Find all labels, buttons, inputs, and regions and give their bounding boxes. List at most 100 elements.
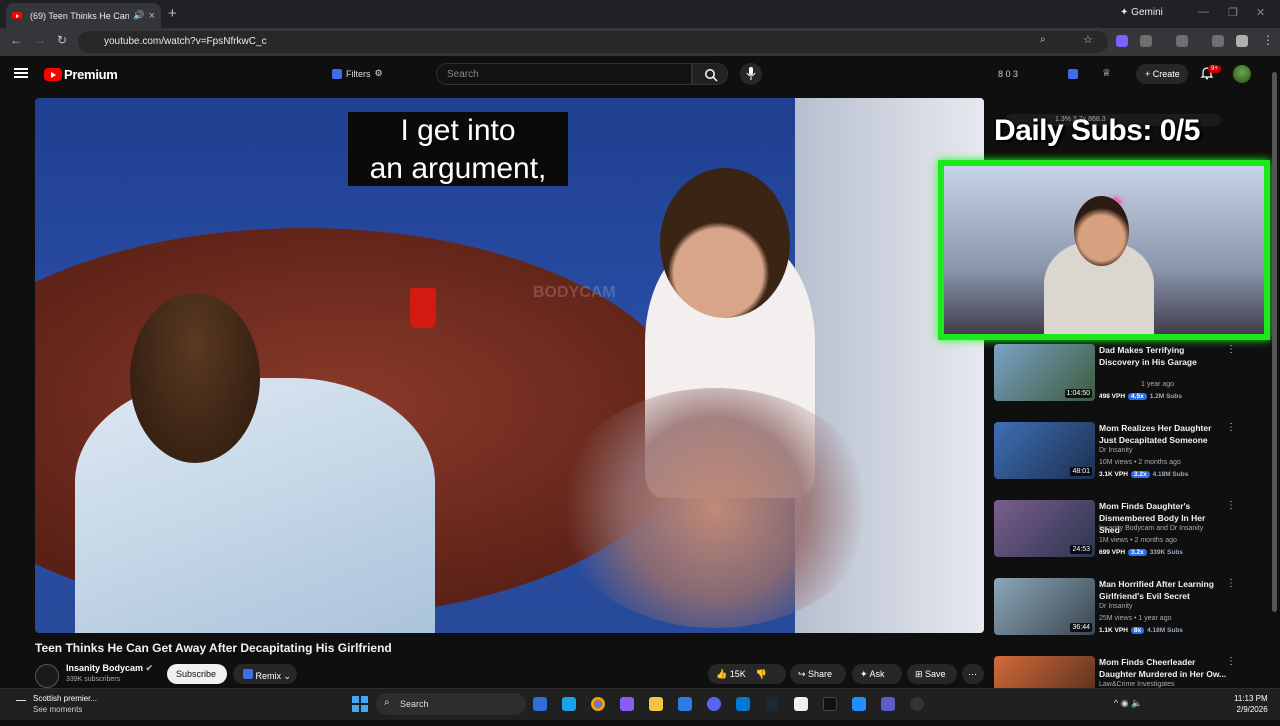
- voice-search-button[interactable]: [740, 63, 762, 85]
- store-icon[interactable]: [794, 697, 808, 711]
- new-tab-button[interactable]: +: [168, 5, 177, 22]
- epic-icon[interactable]: [823, 697, 837, 711]
- remix-button[interactable]: Remix ⌄: [233, 664, 297, 684]
- more-options-icon[interactable]: ⋮: [1226, 578, 1236, 589]
- recommendation-channel[interactable]: Dr Insanity: [1099, 603, 1132, 610]
- file-explorer-icon[interactable]: [649, 697, 663, 711]
- vph-stats: 3.1K VPH 3.2x 4.18M Subs: [1099, 471, 1188, 478]
- youtube-favicon-icon: [12, 12, 22, 19]
- recommendation-item[interactable]: 48:01 Mom Realizes Her Daughter Just Deca…: [994, 422, 1274, 492]
- recommendation-title[interactable]: Dad Makes Terrifying Discovery in His Ga…: [1099, 344, 1227, 368]
- browser-tab[interactable]: (69) Teen Thinks He Can Get Away 🔊 ×: [6, 3, 161, 28]
- recommendation-thumbnail[interactable]: 36:44: [994, 578, 1095, 635]
- tab-close-icon[interactable]: ×: [149, 10, 155, 22]
- teams-icon[interactable]: [881, 697, 895, 711]
- discord-icon[interactable]: [707, 697, 721, 711]
- caption-line-1: I get into: [400, 114, 516, 147]
- forward-icon[interactable]: →: [34, 33, 46, 47]
- hamburger-menu-icon[interactable]: [14, 68, 28, 78]
- maximize-icon[interactable]: ❐: [1228, 6, 1238, 19]
- search-button[interactable]: [692, 63, 728, 85]
- chevron-down-icon: ⌄: [283, 671, 292, 681]
- edge-icon[interactable]: [852, 697, 866, 711]
- search-input[interactable]: Search: [436, 63, 692, 85]
- recommendation-channel[interactable]: Insanity Bodycam and Dr Insanity: [1099, 525, 1203, 532]
- webcam-person-face: [1074, 196, 1129, 266]
- url-bar[interactable]: youtube.com/watch?v=FpsNfrkwC_c: [78, 31, 1108, 53]
- create-button[interactable]: + Create: [1136, 64, 1188, 84]
- youtube-logo-icon[interactable]: [44, 68, 62, 81]
- more-options-icon[interactable]: ⋮: [1226, 500, 1236, 511]
- trophy-icon[interactable]: ♕: [1102, 68, 1111, 79]
- photos-icon[interactable]: [736, 697, 750, 711]
- chrome-icon[interactable]: [591, 697, 605, 711]
- more-options-icon[interactable]: ⋮: [1226, 656, 1236, 667]
- recommendation-item[interactable]: 36:44 Man Horrified After Learning Girlfr…: [994, 578, 1274, 648]
- taskbar-search-label: Search: [400, 699, 429, 709]
- speaker-icon[interactable]: 🔊: [133, 10, 144, 21]
- page-scrollbar[interactable]: [1272, 72, 1277, 612]
- taskview-icon[interactable]: [533, 697, 547, 711]
- recommendation-thumbnail[interactable]: 1:04:50: [994, 344, 1095, 401]
- steam-icon[interactable]: [765, 697, 779, 711]
- share-button[interactable]: ↪ Share: [790, 664, 846, 684]
- close-window-icon[interactable]: ✕: [1256, 6, 1265, 19]
- news-widget[interactable]: Scottish premier... See moments: [33, 693, 97, 715]
- more-actions-button[interactable]: ⋯: [962, 664, 984, 684]
- channel-subscribers: 339K subscribers: [66, 676, 121, 683]
- multiplier-badge: 3.2x: [1130, 471, 1150, 478]
- ext-q-icon[interactable]: [1068, 69, 1078, 79]
- more-options-icon[interactable]: ⋮: [1226, 344, 1236, 355]
- recommendation-thumbnail[interactable]: 48:01: [994, 422, 1095, 479]
- subscribe-button[interactable]: Subscribe: [167, 664, 227, 684]
- recommendation-channel[interactable]: Law&Crime Investigates: [1099, 681, 1174, 688]
- system-clock[interactable]: 11:13 PM 2/9/2026: [1234, 693, 1268, 715]
- channel-name[interactable]: Insanity Bodycam ✔: [66, 663, 153, 674]
- back-icon[interactable]: ←: [10, 33, 22, 47]
- app-icon[interactable]: [620, 697, 634, 711]
- media-icon[interactable]: [1212, 35, 1224, 47]
- channel-avatar[interactable]: [35, 664, 59, 688]
- duration-badge: 48:01: [1070, 467, 1092, 476]
- filters-button[interactable]: Filters ⚙: [332, 68, 383, 79]
- system-tray[interactable]: ^ ◉ 🔈: [1114, 698, 1142, 709]
- verified-icon: ✔: [145, 663, 154, 673]
- extension-icon[interactable]: [1116, 35, 1128, 47]
- video-player[interactable]: BODYCAM I get into an argument,: [35, 98, 984, 633]
- ask-label: Ask: [869, 669, 885, 679]
- taskbar-search-icon: ⌕: [384, 697, 390, 708]
- recommendation-channel[interactable]: Dr Insanity: [1099, 447, 1132, 454]
- recommendation-title[interactable]: Man Horrified After Learning Girlfriend'…: [1099, 578, 1227, 602]
- recommendation-thumbnail[interactable]: 24:53: [994, 500, 1095, 557]
- reload-icon[interactable]: ↻: [57, 33, 67, 47]
- like-button[interactable]: 👍 15K: [716, 669, 746, 679]
- news-widget-icon[interactable]: [16, 700, 26, 701]
- multiplier-badge: 8x: [1130, 627, 1145, 634]
- more-options-icon[interactable]: ⋮: [1226, 422, 1236, 433]
- thumbs-down-icon[interactable]: 👎: [756, 669, 767, 679]
- save-button[interactable]: ⊞ Save: [907, 664, 957, 684]
- obs-icon[interactable]: [910, 697, 924, 711]
- bookmark-star-icon[interactable]: ☆: [1083, 33, 1095, 46]
- taskbar-search[interactable]: ⌕ Search: [376, 693, 526, 715]
- minimize-icon[interactable]: —: [1198, 6, 1209, 18]
- profile-icon[interactable]: [1236, 35, 1248, 47]
- copilot-icon[interactable]: [562, 697, 576, 711]
- recommendation-title[interactable]: Mom Finds Cheerleader Daughter Murdered …: [1099, 656, 1227, 680]
- premium-brand[interactable]: Premium: [64, 67, 118, 82]
- windows-start-icon[interactable]: [352, 696, 368, 712]
- calculator-icon[interactable]: [678, 697, 692, 711]
- gemini-button[interactable]: ✦ Gemini: [1120, 7, 1163, 18]
- extensions-puzzle-icon[interactable]: [1140, 35, 1152, 47]
- ask-button[interactable]: ✦ Ask: [852, 664, 902, 684]
- recommendation-item[interactable]: 1:04:50 Dad Makes Terrifying Discovery in…: [994, 344, 1274, 414]
- news-subline: See moments: [33, 705, 83, 714]
- recommendation-item[interactable]: 24:53 Mom Finds Daughter's Dismembered Bo…: [994, 500, 1274, 570]
- channel-subs-value: 1.2M Subs: [1149, 393, 1182, 400]
- duration-badge: 36:44: [1070, 623, 1092, 632]
- recommendation-title[interactable]: Mom Realizes Her Daughter Just Decapitat…: [1099, 422, 1227, 446]
- account-avatar[interactable]: [1233, 65, 1251, 83]
- menu-kebab-icon[interactable]: ⋮: [1262, 33, 1274, 47]
- sidepanel-icon[interactable]: [1176, 35, 1188, 47]
- zoom-icon[interactable]: ⌕: [1040, 34, 1052, 46]
